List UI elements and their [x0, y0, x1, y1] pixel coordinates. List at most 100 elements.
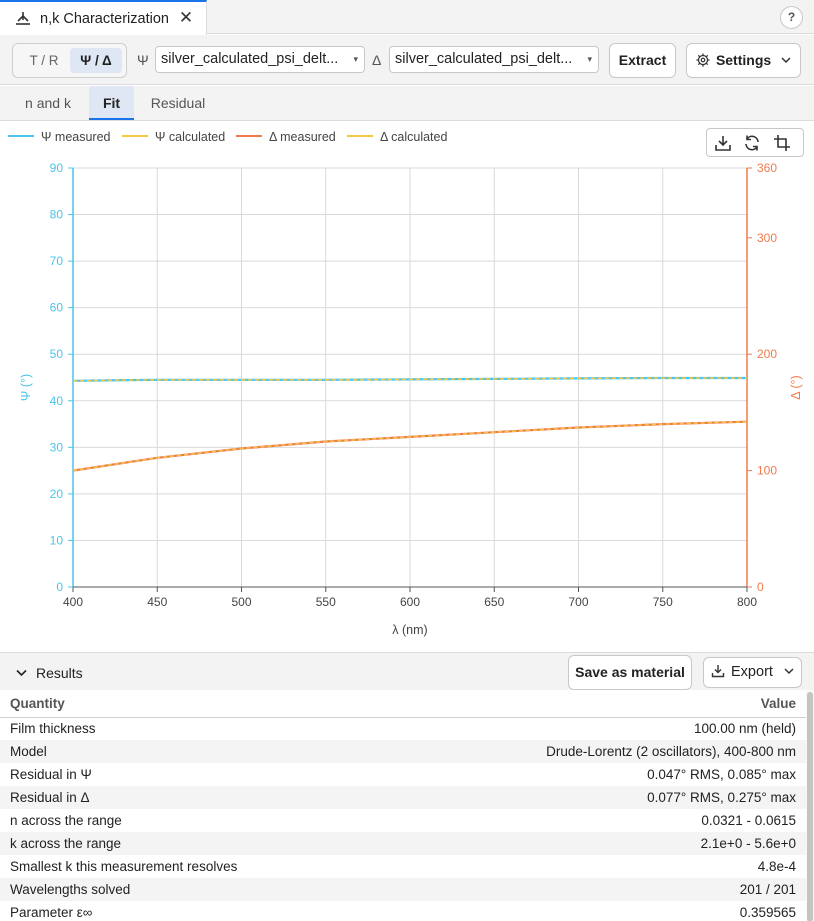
document-tab-bar: n,k Characterization ✕ ? — [0, 0, 814, 35]
download-icon[interactable] — [714, 134, 732, 152]
table-header-row: Quantity Value — [0, 690, 806, 718]
legend-label: Ψ calculated — [155, 130, 226, 144]
x-tick-label: 550 — [316, 595, 336, 609]
table-row: Model Drude-Lorentz (2 oscillators), 400-… — [0, 740, 806, 763]
psi-file-value: silver_calculated_psi_delt... — [161, 51, 339, 67]
row-quantity: Parameter ε∞ — [10, 905, 93, 920]
delta-file-select[interactable]: silver_calculated_psi_delt... ▾ — [389, 46, 599, 73]
refresh-icon[interactable] — [743, 134, 761, 152]
column-header-value: Value — [377, 690, 806, 718]
toolbar: T / R Ψ / Δ Ψ silver_calculated_psi_delt… — [0, 35, 814, 85]
x-axis-title: λ (nm) — [392, 623, 427, 637]
x-tick-label: 500 — [231, 595, 251, 609]
caret-down-icon: ▾ — [353, 54, 358, 64]
y-left-tick-label: 90 — [50, 161, 64, 175]
tab-nk-characterization[interactable]: n,k Characterization ✕ — [0, 0, 207, 35]
download-icon — [711, 665, 725, 678]
y-left-tick-label: 70 — [50, 254, 64, 268]
x-tick-label: 700 — [568, 595, 588, 609]
tab-title: n,k Characterization — [40, 10, 169, 27]
row-value: 4.8e-4 — [757, 859, 796, 874]
row-value: 2.1e+0 - 5.6e+0 — [377, 832, 806, 855]
tab-fit[interactable]: Fit — [89, 86, 134, 120]
fit-chart: 400 450 500 550 600 650 700 750 800 0 10 20 30 40 50 60… — [0, 121, 814, 652]
x-tick-label: 400 — [63, 595, 83, 609]
y-right-tick-label: 100 — [757, 464, 777, 478]
legend-delta-measured[interactable]: Δ measured — [236, 130, 336, 144]
row-quantity: Residual in Ψ — [10, 767, 92, 782]
legend-psi-calculated[interactable]: Ψ calculated — [122, 130, 225, 144]
x-tick-label: 650 — [484, 595, 504, 609]
row-quantity: Wavelengths solved — [0, 878, 378, 901]
results-scrollbar[interactable] — [806, 690, 814, 921]
save-as-material-button[interactable]: Save as material — [568, 655, 692, 690]
y-left-tick-label: 30 — [50, 440, 64, 454]
y-right-tick-label: 0 — [757, 580, 764, 594]
y-left-tick-label: 20 — [50, 487, 64, 501]
row-quantity: Model — [0, 740, 378, 763]
results-table-wrapper: Quantity Value Film thickness 100.00 nm (… — [0, 690, 814, 921]
delta-symbol-label: Δ — [372, 52, 382, 68]
y-left-tick-label: 10 — [50, 533, 64, 547]
x-tick-label: 600 — [400, 595, 420, 609]
close-icon[interactable]: ✕ — [176, 7, 196, 29]
legend-psi-measured[interactable]: Ψ measured — [8, 130, 111, 144]
y-left-tick-label: 80 — [50, 208, 64, 222]
tab-n-and-k[interactable]: n and k — [14, 86, 82, 120]
y-left-tick-label: 50 — [50, 347, 64, 361]
settings-label: Settings — [715, 52, 772, 68]
column-header-quantity: Quantity — [0, 690, 378, 718]
table-row: Wavelengths solved 201 / 201 — [0, 878, 806, 901]
scrollbar-thumb[interactable] — [807, 692, 813, 921]
row-quantity: Smallest k this measurement resolves — [10, 859, 238, 874]
legend-label: Ψ measured — [41, 130, 111, 144]
psi-symbol-label: Ψ — [137, 52, 149, 68]
x-tick-label: 800 — [737, 595, 757, 609]
tab-residual[interactable]: Residual — [142, 86, 214, 120]
settings-button[interactable]: Settings — [686, 43, 801, 78]
extract-button[interactable]: Extract — [609, 43, 676, 78]
y-right-axis-title: Δ (°) — [789, 375, 803, 399]
characterization-icon — [16, 11, 30, 25]
legend-label: Δ measured — [269, 130, 336, 144]
chart-toolbox — [706, 128, 804, 157]
results-table: Quantity Value Film thickness 100.00 nm (… — [0, 690, 806, 921]
y-right-tick-label: 360 — [757, 161, 777, 175]
view-tabs: n and k Fit Residual — [0, 86, 814, 121]
x-tick-label: 450 — [147, 595, 167, 609]
legend-label: Δ calculated — [380, 130, 448, 144]
chevron-down-icon — [16, 669, 27, 677]
table-row: k across the range 2.1e+0 - 5.6e+0 — [0, 832, 806, 855]
export-label: Export — [731, 664, 773, 680]
table-row: Residual in Ψ 0.047° RMS, 0.085° max — [0, 763, 806, 786]
table-row: Parameter ε∞ 0.359565 — [0, 901, 806, 921]
results-title: Results — [36, 665, 83, 681]
row-value: 0.0321 - 0.0615 — [701, 813, 796, 828]
crop-zoom-icon[interactable] — [773, 134, 791, 152]
gear-icon — [696, 53, 710, 67]
table-row: Film thickness 100.00 nm (held) — [0, 717, 806, 740]
chevron-down-icon — [784, 668, 794, 675]
mode-toggle: T / R Ψ / Δ — [12, 43, 127, 78]
help-button[interactable]: ? — [780, 6, 803, 29]
row-quantity: Residual in Δ — [0, 786, 378, 809]
y-right-tick-label: 300 — [757, 231, 777, 245]
mode-tr-button[interactable]: T / R — [19, 48, 69, 73]
row-value: 0.047° RMS, 0.085° max — [647, 767, 796, 782]
row-value: 201 / 201 — [377, 878, 806, 901]
row-value: 0.359565 — [739, 905, 796, 920]
row-quantity: k across the range — [0, 832, 378, 855]
table-row: Smallest k this measurement resolves 4.8e… — [0, 855, 806, 878]
y-left-tick-label: 60 — [50, 301, 64, 315]
row-value: 0.077° RMS, 0.275° max — [377, 786, 806, 809]
chevron-down-icon — [781, 57, 791, 64]
legend-delta-calculated[interactable]: Δ calculated — [347, 130, 447, 144]
delta-file-value: silver_calculated_psi_delt... — [395, 51, 573, 67]
export-button[interactable]: Export — [703, 657, 802, 688]
results-toggle[interactable]: Results — [16, 665, 83, 681]
psi-file-select[interactable]: silver_calculated_psi_delt... ▾ — [155, 46, 365, 73]
y-right-tick-label: 200 — [757, 347, 777, 361]
table-row: Residual in Δ 0.077° RMS, 0.275° max — [0, 786, 806, 809]
mode-psi-delta-button[interactable]: Ψ / Δ — [70, 48, 122, 73]
x-tick-label: 750 — [653, 595, 673, 609]
